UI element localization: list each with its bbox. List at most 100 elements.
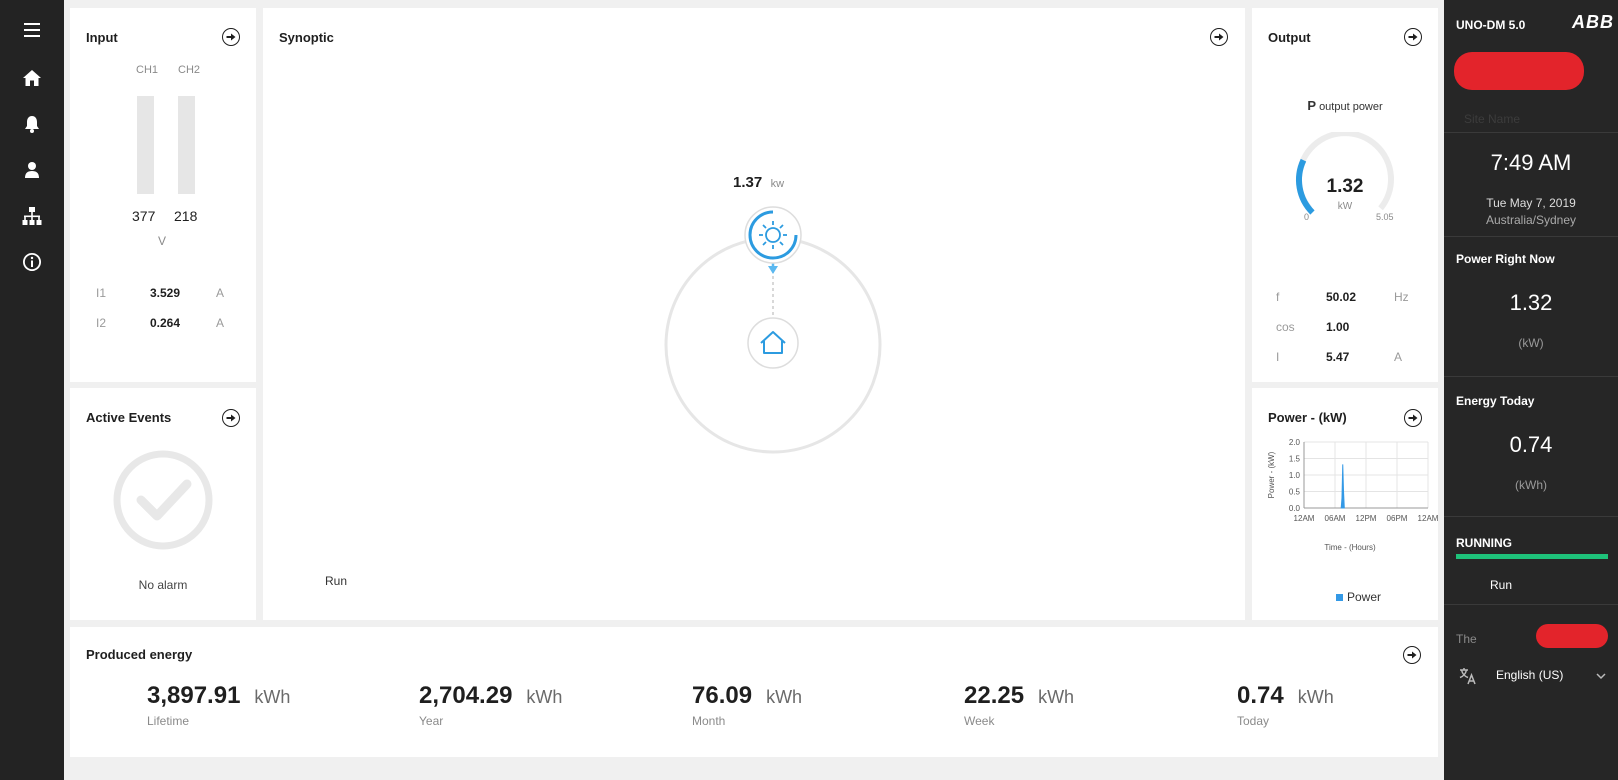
current-label: I: [1276, 350, 1280, 364]
energy-month-value: 76.09: [692, 682, 753, 709]
redacted-device-name: [1454, 52, 1584, 90]
energy-week: 22.25 kWh Week: [964, 682, 1074, 728]
user-greeting: The: [1456, 632, 1477, 646]
y-tick-label: 1.0: [1289, 471, 1301, 480]
site-name: Site Name: [1464, 112, 1521, 126]
output-open-button[interactable]: [1404, 28, 1422, 46]
y-axis-title: Power - (kW): [1267, 451, 1276, 498]
energy-lifetime-unit: kWh: [254, 687, 291, 707]
y-tick-label: 1.5: [1289, 455, 1301, 464]
running-state-text: Run: [1490, 578, 1513, 592]
freq-value: 50.02: [1326, 290, 1357, 304]
energy-year-unit: kWh: [526, 687, 563, 707]
energy-today-unit: kWh: [1297, 687, 1334, 707]
nav-network[interactable]: [0, 196, 64, 236]
input-open-button[interactable]: [222, 28, 240, 46]
voltage-unit: V: [158, 234, 167, 248]
arrow-right-icon: [1408, 33, 1418, 41]
energy-month: 76.09 kWh Month: [692, 682, 802, 728]
arrow-right-icon: [226, 33, 236, 41]
nav-home[interactable]: [0, 58, 64, 98]
freq-label: f: [1276, 290, 1280, 304]
pv-power-unit: kw: [770, 178, 785, 190]
arrow-right-icon: [1214, 33, 1224, 41]
energy-month-unit: kWh: [766, 687, 803, 707]
synoptic-diagram: [664, 206, 882, 454]
ch2-bar: [178, 96, 195, 194]
power-chart-title: Power - (kW): [1268, 410, 1347, 425]
clock-timezone: Australia/Sydney: [1485, 213, 1577, 227]
user-icon: [25, 162, 39, 178]
synoptic-title: Synoptic: [279, 30, 334, 45]
left-nav: [0, 0, 64, 780]
events-open-button[interactable]: [222, 409, 240, 427]
active-events-card: Active Events No alarm: [70, 388, 256, 620]
legend-label: Power: [1347, 590, 1382, 604]
output-card: Output P output power 1.32 kW 0 5.05 f 5…: [1252, 8, 1438, 382]
menu-icon: [24, 23, 40, 37]
x-tick-label: 06PM: [1387, 514, 1408, 523]
x-axis-title: Time - (Hours): [1324, 543, 1376, 552]
nav-info[interactable]: [0, 242, 64, 282]
power-chart-open-button[interactable]: [1404, 409, 1422, 427]
i2-value: 0.264: [150, 316, 181, 330]
synoptic-status: Run: [325, 574, 348, 588]
energy-year: 2,704.29 kWh Year: [419, 682, 562, 728]
ch1-bar: [137, 96, 154, 194]
power-chart: 2.01.51.00.50.012AM 06AM 12PM 06PM 12AMTime …: [1267, 438, 1438, 552]
input-card: Input CH1 CH2 377 218 V I1 3.529 A I2 0.…: [70, 8, 256, 382]
synoptic-card: Synoptic 1.37 kw Run: [263, 8, 1245, 620]
arrow-right-icon: [1407, 651, 1417, 659]
i1-label: I1: [96, 286, 107, 300]
ch1-voltage: 377: [132, 208, 156, 224]
energy-year-value: 2,704.29: [419, 682, 513, 709]
running-state-bar: [1456, 554, 1608, 559]
pv-power: 1.37 kw: [733, 174, 784, 192]
home-node: [747, 317, 799, 369]
current-unit: A: [1394, 350, 1403, 364]
power-now-unit: (kW): [1518, 336, 1544, 350]
separator: [1444, 132, 1618, 133]
synoptic-open-button[interactable]: [1210, 28, 1228, 46]
solar-node: [744, 206, 802, 264]
language-selector[interactable]: English (US): [1456, 664, 1608, 688]
current-value: 5.47: [1326, 350, 1350, 364]
arrow-right-icon: [226, 414, 236, 422]
x-tick-label: 12PM: [1356, 514, 1377, 523]
nav-notifications[interactable]: [0, 104, 64, 144]
device-model: UNO-DM 5.0: [1456, 18, 1526, 32]
arrow-right-icon: [1408, 414, 1418, 422]
i1-unit: A: [216, 286, 225, 300]
menu-button[interactable]: [0, 10, 64, 50]
no-alarm-text: No alarm: [138, 578, 188, 592]
gauge-unit: kW: [1337, 201, 1353, 212]
language-label: English (US): [1496, 668, 1564, 682]
energy-year-label: Year: [419, 714, 444, 728]
nav-user[interactable]: [0, 150, 64, 190]
power-now-value: 1.32: [1509, 290, 1553, 315]
energy-today-panel-unit: (kWh): [1515, 478, 1547, 492]
pv-power-value: 1.37: [733, 174, 763, 191]
energy-today-panel-value: 0.74: [1509, 432, 1553, 457]
separator: [1444, 516, 1618, 517]
clock-date: Tue May 7, 2019: [1486, 196, 1576, 210]
x-tick-label: 06AM: [1325, 514, 1346, 523]
produced-energy-open-button[interactable]: [1403, 646, 1421, 664]
energy-today-panel-title: Energy Today: [1456, 394, 1535, 408]
chart-legend: Power: [1336, 590, 1381, 604]
power-series-area: [1340, 464, 1345, 509]
separator: [1444, 236, 1618, 237]
redacted-user-name: [1536, 624, 1608, 648]
legend-swatch: [1336, 594, 1343, 601]
i2-unit: A: [216, 316, 225, 330]
energy-week-label: Week: [964, 714, 995, 728]
energy-lifetime-value: 3,897.91: [147, 682, 241, 709]
ch2-voltage: 218: [174, 208, 198, 224]
separator: [1444, 604, 1618, 605]
running-state-title: RUNNING: [1456, 536, 1512, 550]
x-tick-label: 12AM: [1418, 514, 1438, 523]
translate-icon: [1459, 668, 1476, 685]
status-side-panel: UNO-DM 5.0 ABB Site Name 7:49 AM Tue May…: [1444, 0, 1618, 780]
abb-logo: ABB: [1572, 12, 1614, 32]
produced-energy-title: Produced energy: [86, 647, 193, 662]
